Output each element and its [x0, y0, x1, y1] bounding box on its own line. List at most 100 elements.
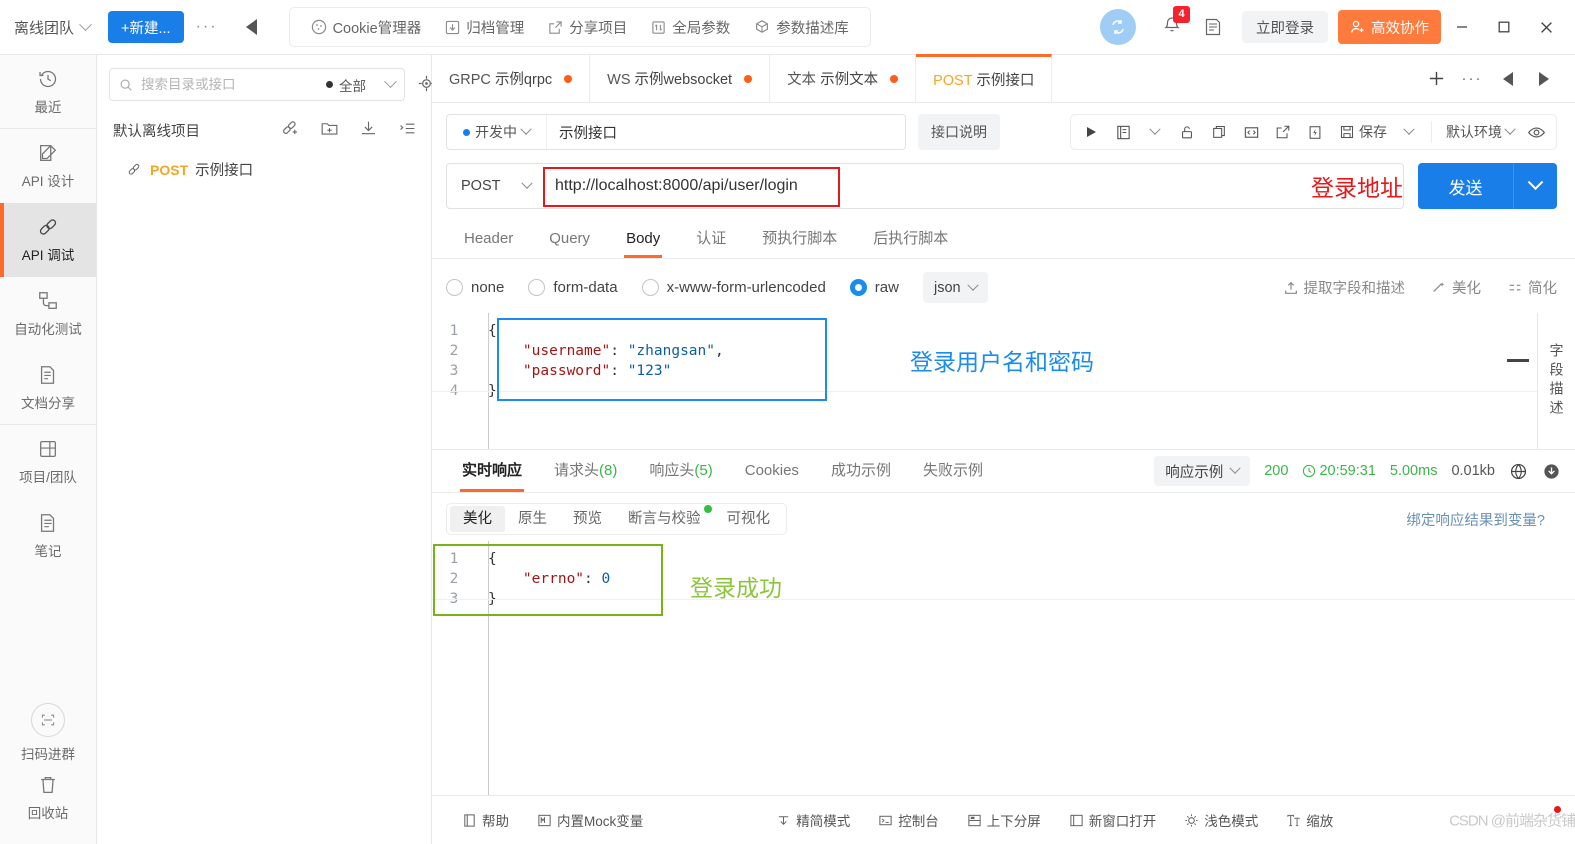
add-api-button[interactable] [281, 119, 300, 141]
more-menu-dots[interactable]: ··· [184, 18, 230, 36]
simplify-button[interactable]: 简化 [1507, 277, 1557, 298]
export-button[interactable] [1267, 115, 1299, 149]
tab-scroll-left-button[interactable] [1491, 62, 1525, 96]
run-button[interactable] [1075, 115, 1107, 149]
list-options-button[interactable] [398, 119, 417, 141]
response-tab-cookies[interactable]: Cookies [729, 450, 815, 492]
new-tab-button[interactable] [1419, 62, 1453, 96]
response-subtab-assert[interactable]: 断言与校验 [615, 505, 714, 532]
menu-item-cookie[interactable]: Cookie管理器 [300, 8, 433, 46]
editor-tab-post-example[interactable]: POST 示例接口 [916, 54, 1053, 102]
tab-more-button[interactable]: ··· [1455, 62, 1489, 96]
environment-preview-button[interactable] [1520, 115, 1552, 149]
beautify-button[interactable]: 美化 [1431, 277, 1481, 298]
copy-button[interactable] [1203, 115, 1235, 149]
new-button[interactable]: +新建... [108, 11, 184, 43]
sync-button[interactable] [1100, 9, 1136, 45]
response-tab-success-example[interactable]: 成功示例 [815, 450, 907, 492]
status-zoom-button[interactable]: 缩放 [1286, 810, 1333, 830]
body-type-urlencoded[interactable]: x-www-form-urlencoded [641, 279, 826, 296]
response-subtab-raw[interactable]: 原生 [505, 506, 560, 532]
collaborate-button[interactable]: 高效协作 [1338, 10, 1441, 44]
response-tab-failure-example[interactable]: 失败示例 [907, 450, 999, 492]
filter-selector[interactable]: 全部 [339, 75, 366, 95]
environment-selector[interactable]: 默认环境 [1438, 122, 1520, 142]
response-subtab-preview[interactable]: 预览 [560, 506, 615, 532]
response-tab-response-headers[interactable]: 响应头(5) [633, 450, 728, 492]
unlock-button[interactable] [1171, 115, 1203, 149]
request-tab-body[interactable]: Body [608, 219, 678, 258]
sidebar-item-automation[interactable]: 自动化测试 [0, 277, 96, 351]
menu-item-global-params[interactable]: 全局参数 [640, 8, 741, 46]
save-dropdown-button[interactable] [1393, 115, 1425, 149]
sidebar-item-api-debug[interactable]: API 调试 [0, 203, 96, 277]
search-box[interactable]: 全部 [109, 68, 405, 101]
editor-tab-text[interactable]: 文本 示例文本 [770, 55, 917, 102]
sidebar-item-recent[interactable]: 最近 [0, 55, 96, 129]
request-tab-header[interactable]: Header [446, 219, 531, 258]
body-type-form-data[interactable]: form-data [528, 279, 618, 296]
extract-fields-button[interactable]: 提取字段和描述 [1283, 277, 1405, 298]
sidebar-item-project-team[interactable]: 项目/团队 [0, 425, 96, 499]
request-tab-post-script[interactable]: 后执行脚本 [855, 219, 966, 258]
response-tab-live[interactable]: 实时响应 [446, 450, 538, 492]
code-button[interactable] [1235, 115, 1267, 149]
login-button[interactable]: 立即登录 [1242, 11, 1328, 43]
add-folder-button[interactable] [320, 119, 339, 141]
request-tab-pre-script[interactable]: 预执行脚本 [744, 219, 855, 258]
request-tab-auth[interactable]: 认证 [678, 219, 744, 258]
doc-button[interactable] [1107, 115, 1139, 149]
search-input[interactable] [139, 76, 320, 93]
window-maximize-button[interactable] [1483, 0, 1525, 55]
doc-dropdown-button[interactable] [1139, 115, 1171, 149]
menu-item-param-library[interactable]: 参数描述库 [743, 8, 860, 46]
request-tab-query[interactable]: Query [531, 219, 608, 258]
send-button[interactable]: 发送 [1418, 163, 1513, 209]
tab-scroll-right-button[interactable] [1527, 62, 1561, 96]
editor-tab-grpc[interactable]: GRPC 示例qrpc [432, 55, 591, 102]
status-help-button[interactable]: 帮助 [462, 810, 509, 830]
status-compact-mode-button[interactable]: 精简模式 [776, 810, 850, 830]
field-description-panel[interactable]: 字段描述 [1537, 313, 1575, 449]
menu-item-archive[interactable]: 归档管理 [434, 8, 535, 46]
sidebar-item-api-design[interactable]: API 设计 [0, 129, 96, 203]
save-button[interactable]: 保存 [1331, 122, 1393, 142]
import-button[interactable] [359, 119, 378, 141]
notifications-button[interactable]: 4 [1152, 6, 1192, 39]
body-code-editor[interactable]: 1 { 2 "username": "zhangsan", 3 "passwor… [432, 313, 1537, 449]
response-download-button[interactable] [1542, 462, 1561, 481]
sidebar-item-doc-share[interactable]: 文档分享 [0, 351, 96, 425]
tree-item-api[interactable]: POST 示例接口 [97, 151, 431, 188]
editor-tab-websocket[interactable]: WS 示例websocket [590, 55, 771, 102]
url-input[interactable] [543, 177, 1291, 195]
response-tab-request-headers[interactable]: 请求头(8) [538, 450, 633, 492]
response-subtab-visualize[interactable]: 可视化 [714, 506, 784, 532]
editor-scrollbar-handle[interactable] [1507, 359, 1529, 362]
body-type-none[interactable]: none [446, 279, 504, 296]
api-name-input[interactable] [547, 115, 905, 149]
response-network-button[interactable] [1509, 462, 1528, 481]
bind-response-variable-link[interactable]: 绑定响应结果到变量? [1406, 509, 1561, 530]
api-description-button[interactable]: 接口说明 [918, 114, 1000, 150]
response-subtab-beautify[interactable]: 美化 [450, 506, 505, 532]
http-method-selector[interactable]: POST [447, 177, 543, 194]
api-status-selector[interactable]: 开发中 [447, 115, 547, 149]
team-selector[interactable]: 离线团队 [14, 17, 92, 38]
quick-action-button[interactable] [1299, 115, 1331, 149]
status-mock-button[interactable]: 内置Mock变量 [537, 810, 643, 830]
status-console-button[interactable]: 控制台 [878, 810, 939, 830]
window-minimize-button[interactable] [1441, 0, 1483, 55]
sidebar-item-qr-group[interactable]: 扫码进群 [0, 696, 96, 770]
notes-button[interactable] [1192, 17, 1234, 37]
body-type-raw[interactable]: raw [849, 279, 899, 296]
sidebar-item-notes[interactable]: 笔记 [0, 499, 96, 573]
status-split-view-button[interactable]: 上下分屏 [967, 810, 1041, 830]
sidebar-item-trash[interactable]: 回收站 [0, 770, 96, 844]
window-close-button[interactable] [1525, 0, 1567, 55]
status-new-window-button[interactable]: 新窗口打开 [1069, 810, 1156, 830]
nav-back-icon[interactable] [245, 19, 257, 35]
response-example-selector[interactable]: 响应示例 [1154, 456, 1251, 486]
status-light-mode-button[interactable]: 浅色模式 [1184, 810, 1258, 830]
response-code-editor[interactable]: 1 { 2 "errno": 0 3 } 登录成功 [432, 541, 1575, 795]
send-dropdown-button[interactable] [1513, 163, 1557, 209]
